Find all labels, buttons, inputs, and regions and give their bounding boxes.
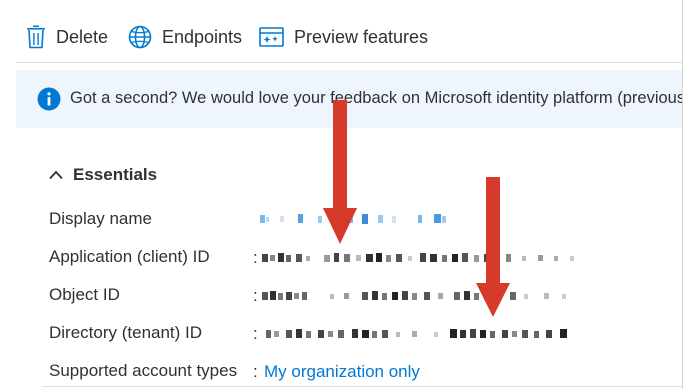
trash-icon: [26, 25, 46, 49]
account-types-row: Supported account types: [49, 359, 237, 383]
account-types-separator: :: [253, 362, 258, 381]
globe-icon: [128, 25, 152, 49]
essentials-title: Essentials: [73, 165, 158, 184]
endpoints-button[interactable]: Endpoints: [128, 17, 242, 57]
preview-features-button[interactable]: Preview features: [259, 17, 428, 57]
application-id-label: Application (client) ID: [49, 247, 210, 266]
object-id-row: Object ID: [49, 283, 120, 307]
object-id-label: Object ID: [49, 285, 120, 304]
annotation-arrow-right: [476, 177, 510, 317]
display-name-label: Display name: [49, 209, 152, 228]
application-id-separator: :: [253, 248, 258, 267]
tenant-id-row: Directory (tenant) ID: [49, 321, 202, 345]
account-types-label: Supported account types: [49, 361, 238, 380]
section-divider: [42, 386, 682, 387]
annotation-arrow-left: [323, 100, 357, 244]
toolbar-divider: [16, 62, 682, 63]
tenant-id-label: Directory (tenant) ID: [49, 323, 203, 342]
tenant-id-separator: :: [253, 324, 258, 343]
delete-button[interactable]: Delete: [26, 17, 108, 57]
application-id-value-redacted[interactable]: [262, 251, 582, 265]
endpoints-label: Endpoints: [162, 26, 243, 47]
chevron-up-icon: [49, 170, 63, 180]
object-id-separator: :: [253, 286, 258, 305]
account-types-link[interactable]: My organization only: [264, 362, 420, 382]
feedback-message: Got a second? We would love your feedbac…: [70, 89, 682, 107]
info-icon: [37, 87, 61, 116]
preview-features-icon: [259, 26, 284, 48]
preview-features-label: Preview features: [294, 26, 429, 47]
display-name-row: Display name: [49, 207, 152, 231]
application-id-row: Application (client) ID: [49, 245, 210, 269]
app-frame: Delete Endpoints Preview features Got a …: [0, 0, 683, 389]
tenant-id-value-redacted[interactable]: [266, 327, 576, 341]
command-bar: Delete Endpoints Preview features: [0, 0, 682, 62]
essentials-toggle[interactable]: Essentials: [49, 165, 157, 185]
delete-label: Delete: [56, 26, 109, 47]
object-id-value-redacted[interactable]: [262, 289, 574, 303]
